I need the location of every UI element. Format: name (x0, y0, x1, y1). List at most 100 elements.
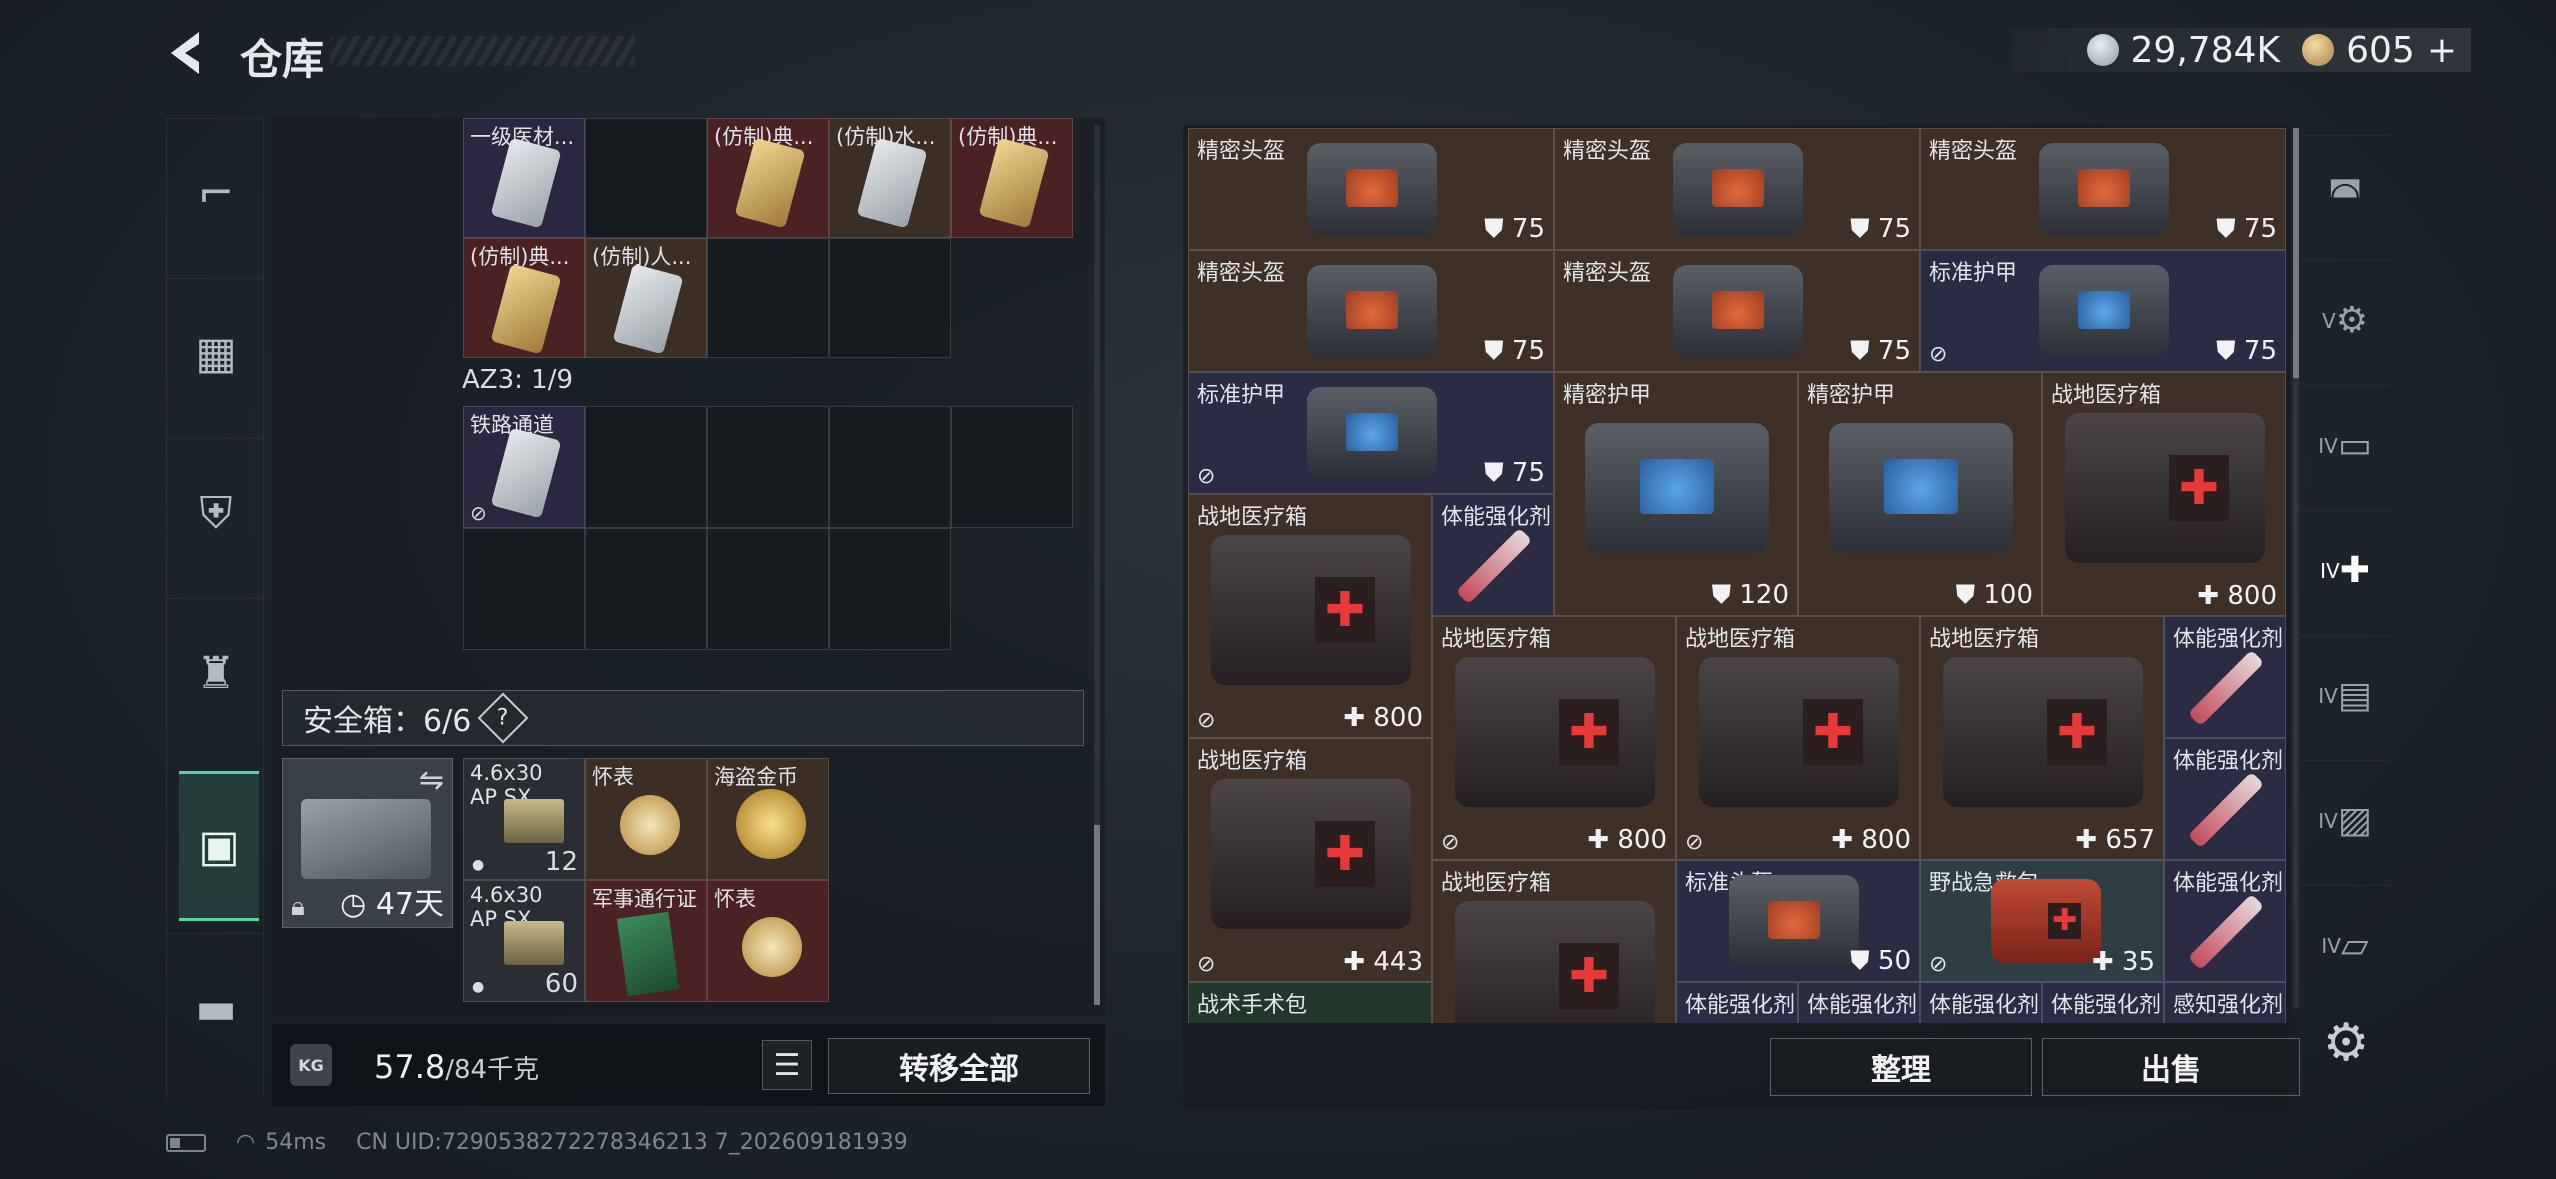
stash-item[interactable]: 精密头盔 ⛊ 75 (1188, 250, 1554, 372)
grid-item[interactable]: (仿制)典... (463, 238, 585, 358)
stash-item[interactable]: 战地医疗箱 ✚ ⊘ ✚ 800 (1188, 494, 1432, 738)
stash-item[interactable]: 体能强化剂 (1798, 982, 1920, 1023)
medkit-icon: ✚ (2065, 413, 2265, 563)
grid-item[interactable]: 一级医材... (463, 118, 585, 238)
stash-item[interactable]: 精密头盔 ⛊ 75 (1920, 128, 2286, 250)
empty-slot[interactable] (829, 238, 951, 358)
stash-scrollbar[interactable] (2293, 128, 2299, 1008)
armor-vest-icon (1829, 423, 2013, 553)
no-trade-icon: ⊘ (1929, 342, 1948, 367)
item-label: 精密头盔 (1929, 139, 2018, 164)
item-label: 体能强化剂 (2173, 749, 2284, 774)
left-scrollbar[interactable] (1094, 125, 1100, 1005)
medkit-icon: ✚ (1211, 779, 1411, 929)
empty-slot[interactable] (707, 238, 829, 358)
transfer-all-button[interactable]: 转移全部 (828, 1038, 1090, 1094)
sort-button[interactable]: 整理 (1770, 1038, 2032, 1096)
left-scroll-thumb[interactable] (1094, 825, 1100, 1005)
empty-slot[interactable] (585, 528, 707, 650)
filter-medical[interactable]: IV ✚ (2300, 510, 2390, 630)
safe-box-header: 安全箱：6/6 ? (282, 690, 1084, 746)
pass-item[interactable]: 军事通行证 (585, 880, 707, 1002)
stash-item[interactable]: 体能强化剂 (1920, 982, 2042, 1023)
ammo-item[interactable]: 4.6x30 AP SX ● 12 (463, 758, 585, 880)
stash-item[interactable]: 体能强化剂 (2164, 860, 2286, 982)
back-button[interactable] (165, 28, 215, 78)
stash-item[interactable]: 感知强化剂 (2164, 982, 2286, 1023)
stash-item[interactable]: 战地医疗箱 ✚ ⊘ ✚ 800 (1676, 616, 1920, 860)
item-label: 怀表 (592, 765, 634, 789)
item-label: 精密护甲 (1563, 383, 1652, 408)
ammo-item[interactable]: 4.6x30 AP SX ● 60 (463, 880, 585, 1002)
settings-button[interactable]: ⚙ (2318, 1013, 2374, 1073)
filter-weapon-mod[interactable]: V ⚙ (2300, 260, 2390, 380)
swap-icon[interactable]: ⇋ (419, 763, 444, 798)
empty-slot[interactable] (585, 118, 707, 238)
sell-button[interactable]: 出售 (2042, 1038, 2300, 1096)
tier-label: V (2322, 308, 2336, 333)
stash-item[interactable]: 精密头盔 ⛊ 75 (1188, 128, 1554, 250)
stash-item[interactable]: 战地医疗箱 ✚ ✚ 657 (1920, 616, 2164, 860)
empty-slot[interactable] (951, 406, 1073, 528)
stash-item[interactable]: 标准护甲 ⊘ ⛊ 75 (1188, 372, 1554, 494)
grid-item[interactable]: (仿制)人... (585, 238, 707, 358)
empty-slot[interactable] (829, 528, 951, 650)
rail-bag[interactable]: ♜ (167, 598, 265, 748)
ammo-icon: ▤ (2337, 675, 2372, 716)
stash-item[interactable]: 战地医疗箱 ✚ ⊘ ✚ 800 (1432, 616, 1676, 860)
stash-item[interactable]: 战地医疗箱 ✚ ⊘ ✚ 443 (1188, 738, 1432, 982)
case-icon (301, 799, 431, 879)
stash-item[interactable]: 野战急救包 ✚ ⊘ ✚ 35 (1920, 860, 2164, 982)
stash-item[interactable]: 标准头盔 ⛊ 50 (1676, 860, 1920, 982)
grid-item[interactable]: (仿制)典... (707, 118, 829, 238)
help-icon: ? (497, 705, 510, 731)
coin-item[interactable]: 海盗金币 (707, 758, 829, 880)
empty-slot[interactable] (585, 406, 707, 528)
gear-parts-icon: ⚙ (2335, 300, 2368, 341)
filter-keys[interactable]: IV ▨ (2300, 760, 2390, 880)
rail-safebox[interactable]: ▣ (179, 771, 259, 921)
item-label: 感知强化剂 (2173, 993, 2284, 1018)
rail-toolbox[interactable]: ▬ (167, 933, 265, 1083)
grid-item[interactable]: 铁路通道 ⊘ (463, 406, 585, 528)
stash-item[interactable]: 战地医疗箱 ✚ ✚ 800 (2042, 372, 2286, 616)
helmet-icon (1307, 265, 1437, 357)
empty-slot[interactable] (463, 528, 585, 650)
stash-item[interactable]: 精密护甲 ⛊ 100 (1798, 372, 2042, 616)
watch-item[interactable]: 怀表 (707, 880, 829, 1002)
stash-item[interactable]: 精密头盔 ⛊ 75 (1554, 128, 1920, 250)
grid-item[interactable]: (仿制)水... (829, 118, 951, 238)
empty-slot[interactable] (829, 406, 951, 528)
stash-item[interactable]: 体能强化剂 (1676, 982, 1798, 1023)
empty-slot[interactable] (707, 528, 829, 650)
heal-value: ✚ 800 (1343, 703, 1423, 733)
safe-case[interactable]: ⇋ 🔒︎ ◷ 47天 (282, 758, 453, 928)
rail-armor[interactable]: ▦ (167, 278, 265, 428)
list-icon: ☰ (773, 1047, 801, 1083)
stash-item[interactable]: 战地医疗箱 ✚ (1432, 860, 1676, 1023)
no-trade-icon: ⊘ (470, 501, 487, 525)
rail-rig[interactable]: ⛨ (167, 438, 265, 588)
stash-item[interactable]: 精密头盔 ⛊ 75 (1554, 250, 1920, 372)
empty-slot[interactable] (707, 406, 829, 528)
stash-item[interactable]: 体能强化剂 (2042, 982, 2164, 1023)
filter-container[interactable]: IV ▭ (2300, 385, 2390, 505)
list-view-button[interactable]: ☰ (762, 1040, 812, 1090)
watch-item[interactable]: 怀表 (585, 758, 707, 880)
stash-item[interactable]: 战术手术包 (1188, 982, 1432, 1023)
stash-item[interactable]: 标准护甲 ⊘ ⛊ 75 (1920, 250, 2286, 372)
filter-misc[interactable]: IV ▱ (2300, 885, 2390, 1005)
stash-item[interactable]: 体能强化剂 (2164, 738, 2286, 860)
silver-amount: 29,784K (2130, 29, 2281, 71)
stash-item[interactable]: 体能强化剂 (2164, 616, 2286, 738)
stash-scroll-thumb[interactable] (2293, 128, 2299, 378)
filter-ammo[interactable]: IV ▤ (2300, 635, 2390, 755)
card-icon (490, 263, 562, 355)
help-button[interactable]: ? (477, 692, 529, 744)
filter-helmet[interactable]: ◚ (2300, 135, 2390, 255)
rail-weapons[interactable]: ⌐ (167, 118, 265, 268)
gold-add-button[interactable]: + (2427, 30, 2457, 71)
stash-item[interactable]: 体能强化剂 (1432, 494, 1554, 616)
stash-item[interactable]: 精密护甲 ⛊ 120 (1554, 372, 1798, 616)
grid-item[interactable]: (仿制)典... (951, 118, 1073, 238)
